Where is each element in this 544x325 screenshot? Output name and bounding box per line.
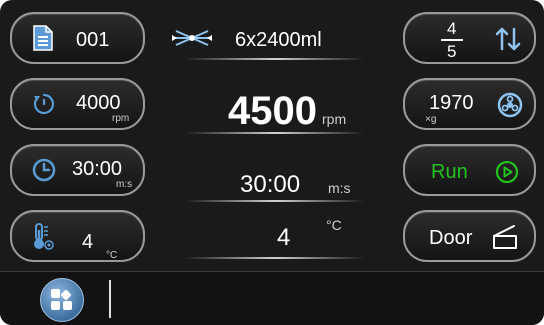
document-icon — [32, 25, 54, 56]
clock-icon — [32, 158, 56, 187]
time-setting-value: 30:00 — [72, 158, 123, 180]
decel-value: 5 — [447, 42, 457, 61]
speed-setting-value: 4000 — [76, 92, 121, 114]
rcf-unit: ×g — [425, 114, 437, 125]
door-button[interactable]: Door — [403, 210, 536, 262]
menu-apps-icon — [50, 288, 74, 317]
thermometer-icon — [32, 222, 56, 257]
menu-button[interactable] — [40, 278, 84, 322]
temperature-setting-value: 4 — [82, 231, 94, 253]
temperature-actual-value: 4 — [277, 224, 291, 251]
run-button[interactable]: Run — [403, 144, 536, 196]
temperature-actual-unit: °C — [326, 217, 342, 233]
bottom-divider — [109, 280, 111, 318]
time-setting-button[interactable]: 30:00 m:s — [10, 144, 145, 196]
time-underline — [185, 200, 365, 202]
rcf-value: 1970 — [429, 92, 474, 114]
program-number: 001 — [76, 29, 110, 51]
program-button[interactable]: 001 — [10, 12, 145, 64]
bottom-bar — [0, 271, 544, 325]
rcf-button[interactable]: 1970 ×g — [403, 78, 536, 130]
rotor-underline — [185, 58, 365, 60]
run-label: Run — [431, 161, 468, 183]
acceleration-button[interactable]: 4 5 — [403, 12, 536, 64]
temperature-setting-unit: °C — [106, 250, 118, 261]
door-open-icon — [491, 224, 519, 255]
play-circle-icon — [495, 160, 519, 189]
temperature-setting-button[interactable]: 4 °C — [10, 210, 145, 262]
accel-fraction-line — [441, 39, 463, 41]
speed-dial-icon — [32, 92, 56, 121]
time-actual-value: 30:00 — [240, 171, 301, 198]
rotor-capacity: 6x2400ml — [235, 29, 322, 51]
temperature-underline — [185, 257, 365, 259]
rcf-icon — [497, 92, 523, 123]
accel-value: 4 — [447, 19, 457, 38]
rotor-icon — [172, 28, 212, 53]
time-setting-unit: m:s — [116, 179, 133, 190]
speed-actual-value: 4500 — [228, 89, 317, 133]
centrifuge-control-panel: 001 4000 rpm 30:00 m:s 4 °C 6x2400ml 450… — [0, 0, 544, 325]
door-label: Door — [429, 227, 473, 249]
speed-actual-unit: rpm — [322, 111, 347, 127]
up-down-arrows-icon — [495, 26, 521, 57]
speed-setting-button[interactable]: 4000 rpm — [10, 78, 145, 130]
speed-setting-unit: rpm — [112, 113, 130, 124]
time-actual-unit: m:s — [328, 180, 351, 196]
speed-underline — [185, 132, 365, 134]
